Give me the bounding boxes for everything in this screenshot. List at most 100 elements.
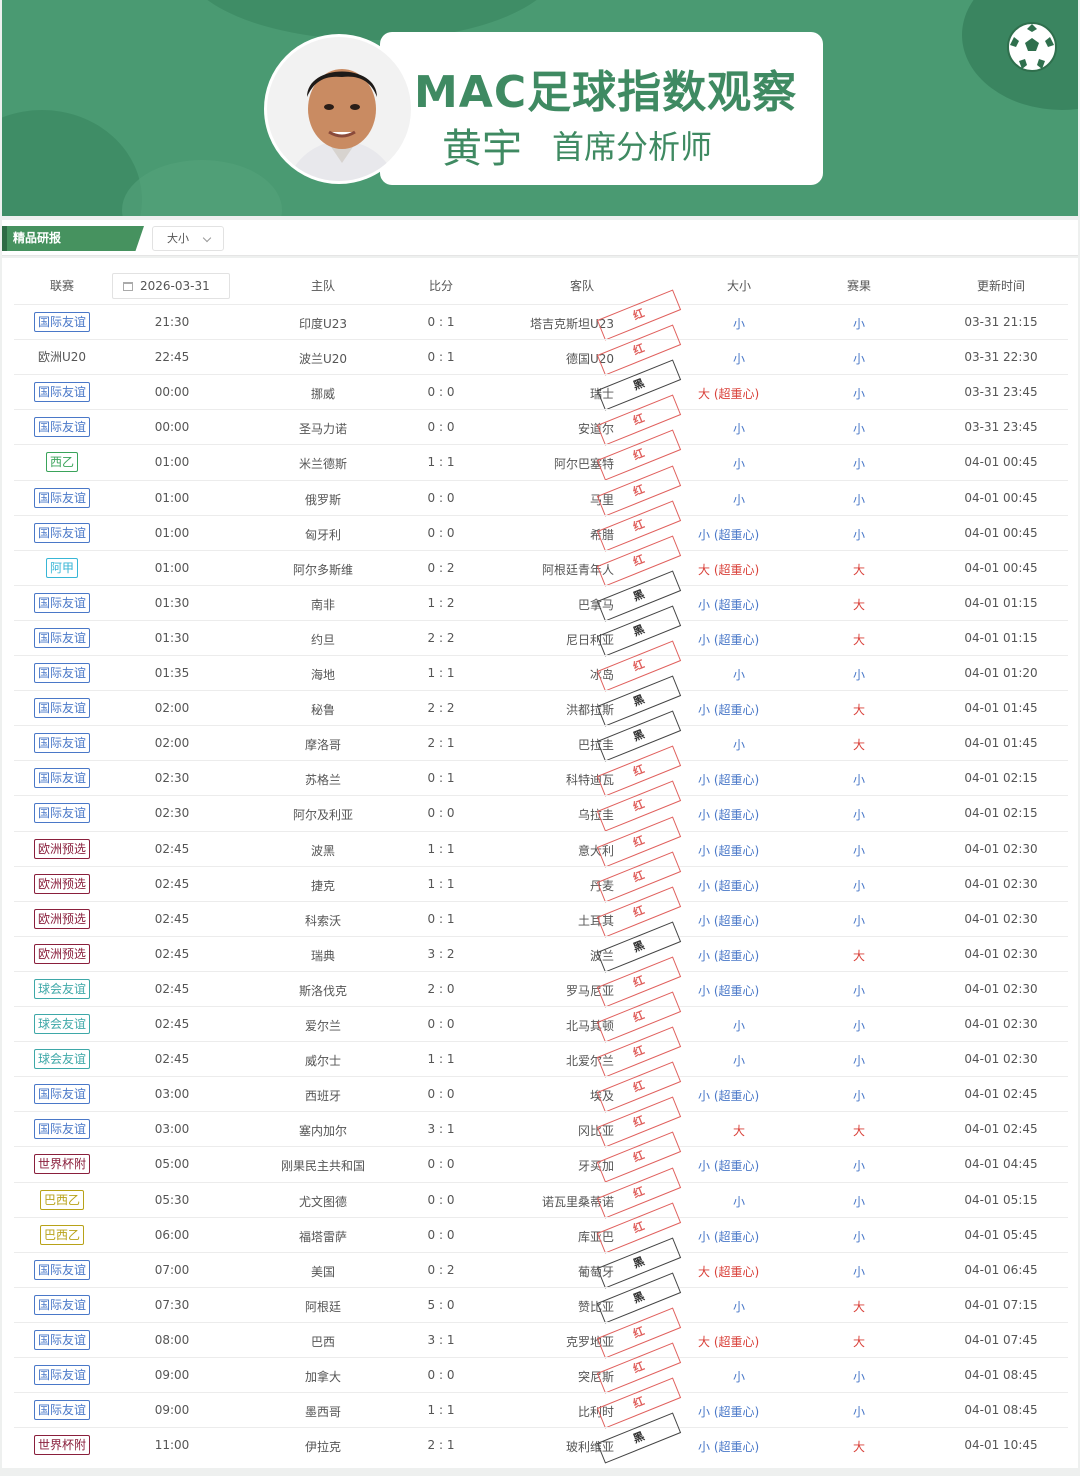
match-result: 小 bbox=[852, 1229, 865, 1244]
update-time: 04-01 01:45 bbox=[964, 701, 1038, 716]
table-row[interactable]: 国际友谊 01:30 南非 1 : 2 巴拿马黑小 (超重心) 大 04-01 01:15 bbox=[14, 570, 1068, 622]
league-tag[interactable]: 球会友谊 bbox=[33, 1049, 90, 1070]
over-under-cell: 小 bbox=[694, 1052, 784, 1069]
over-under-cell: 小 (超重心) bbox=[694, 806, 784, 823]
table-row[interactable]: 欧洲U20 22:45 波兰U20 0 : 1 德国U20 红小小 03-31 22:30 bbox=[14, 324, 1068, 376]
league-tag[interactable]: 欧洲U20 bbox=[34, 347, 90, 367]
table-row[interactable]: 国际友谊 00:00 挪威 0 : 0 瑞士黑大 (超重心) 小 03-31 23:45 bbox=[14, 359, 1068, 411]
home-team: 波黑 bbox=[310, 843, 335, 858]
table-row[interactable]: 国际友谊 02:00 摩洛哥 2 : 1 巴拉圭黑小大 04-01 01:45 bbox=[14, 710, 1068, 762]
over-under-pick: 大 (超重心) bbox=[698, 562, 760, 577]
league-cell: 国际友谊 bbox=[14, 312, 110, 332]
table-row[interactable]: 国际友谊 02:30 阿尔及利亚 0 : 0 乌拉圭红小 (超重心) 小 04-01 02:… bbox=[14, 780, 1068, 832]
table-row[interactable]: 国际友谊 03:00 西班牙 0 : 0 埃及红小 (超重心) 小 04-01 02:45 bbox=[14, 1061, 1068, 1113]
league-tag[interactable]: 国际友谊 bbox=[33, 382, 90, 403]
table-row[interactable]: 球会友谊 02:45 斯洛伐克 2 : 0 罗马尼亚红小 (超重心) 小 04-01 02:… bbox=[14, 956, 1068, 1008]
match-result: 小 bbox=[852, 983, 865, 998]
table-row[interactable]: 国际友谊 02:30 苏格兰 0 : 1 科特迪瓦红小 (超重心) 小 04-01 02:1… bbox=[14, 745, 1068, 797]
league-tag[interactable]: 巴西乙 bbox=[39, 1189, 84, 1210]
over-under-pick: 小 bbox=[732, 317, 745, 331]
table-row[interactable]: 国际友谊 09:00 加拿大 0 : 0 突尼斯红小小 04-01 08:45 bbox=[14, 1342, 1068, 1394]
league-tag[interactable]: 国际友谊 bbox=[33, 1119, 90, 1140]
table-row[interactable]: 国际友谊 00:00 圣马力诺 0 : 0 安道尔红小小 03-31 23:45 bbox=[14, 394, 1068, 446]
result-cell: 小 bbox=[784, 666, 934, 683]
league-tag[interactable]: 国际友谊 bbox=[33, 487, 90, 508]
result-cell: 小 bbox=[784, 806, 934, 823]
table-row[interactable]: 欧洲预选 02:45 波黑 1 : 1 意大利红小 (超重心) 小 04-01 02:30 bbox=[14, 815, 1068, 868]
table-row[interactable]: 国际友谊 02:00 秘鲁 2 : 2 洪都拉斯黑小 (超重心) 大 04-01 01:45 bbox=[14, 675, 1068, 727]
league-tag[interactable]: 阿甲 bbox=[45, 557, 78, 578]
kickoff-time: 02:45 bbox=[154, 911, 190, 926]
score: 2 : 1 bbox=[427, 1438, 455, 1453]
league-tag[interactable]: 欧洲预选 bbox=[33, 908, 90, 929]
table-row[interactable]: 国际友谊 08:00 巴西 3 : 1 克罗地亚红大 (超重心) 大 04-01 07:45 bbox=[14, 1307, 1068, 1359]
table-row[interactable]: 巴西乙 05:30 尤文图德 0 : 0 诺瓦里桑蒂诺红小小 04-01 05:15 bbox=[14, 1166, 1068, 1219]
league-tag[interactable]: 国际友谊 bbox=[33, 312, 90, 332]
table-row[interactable]: 世界杯附 11:00 伊拉克 2 : 1 玻利维亚黑小 (超重心) 大 04-01 10:4… bbox=[14, 1412, 1068, 1464]
league-tag[interactable]: 世界杯附 bbox=[33, 1154, 90, 1175]
result-cell: 小 bbox=[784, 842, 934, 859]
table-row[interactable]: 欧洲预选 02:45 瑞典 3 : 2 波兰黑小 (超重心) 大 04-01 02:30 bbox=[14, 921, 1068, 973]
league-tag[interactable]: 国际友谊 bbox=[33, 1365, 90, 1385]
date-picker[interactable]: 2026-03-31 bbox=[112, 273, 230, 299]
type-select[interactable]: 大小 bbox=[152, 226, 224, 251]
result-cell: 小 bbox=[784, 491, 934, 508]
league-tag[interactable]: 国际友谊 bbox=[33, 1084, 90, 1105]
league-tag[interactable]: 国际友谊 bbox=[33, 522, 90, 543]
match-result: 小 bbox=[852, 492, 865, 507]
table-row[interactable]: 国际友谊 01:00 俄罗斯 0 : 0 马里红小小 04-01 00:45 bbox=[14, 464, 1068, 517]
league-tag[interactable]: 国际友谊 bbox=[33, 1259, 90, 1280]
table-row[interactable]: 西乙 01:00 米兰德斯 1 : 1 阿尔巴塞特红小小 04-01 00:45 bbox=[14, 429, 1068, 481]
home-team: 捷克 bbox=[310, 878, 335, 893]
table-row[interactable]: 国际友谊 07:30 阿根廷 5 : 0 赞比亚黑小大 04-01 07:15 bbox=[14, 1272, 1068, 1324]
match-result: 小 bbox=[852, 878, 865, 893]
table-row[interactable]: 巴西乙 06:00 福塔雷萨 0 : 0 库亚巴红小 (超重心) 小 04-01 05:45 bbox=[14, 1202, 1068, 1254]
league-tag[interactable]: 欧洲预选 bbox=[33, 943, 90, 964]
home-team: 米兰德斯 bbox=[298, 457, 347, 472]
league-tag[interactable]: 国际友谊 bbox=[33, 1329, 90, 1350]
league-tag[interactable]: 西乙 bbox=[45, 452, 78, 473]
table-row[interactable]: 球会友谊 02:45 威尔士 1 : 1 北爱尔兰红小小 04-01 02:30 bbox=[14, 1026, 1068, 1078]
league-tag[interactable]: 国际友谊 bbox=[33, 627, 90, 648]
over-under-cell: 小 bbox=[694, 1017, 784, 1034]
table-row[interactable]: 阿甲 01:00 阿尔多斯维 0 : 2 阿根廷青年人红大 (超重心) 大 04-01 00… bbox=[14, 535, 1068, 587]
section-tab-research[interactable]: 精品研报 bbox=[2, 226, 144, 251]
league-tag[interactable]: 欧洲预选 bbox=[33, 873, 90, 894]
match-result: 小 bbox=[852, 422, 865, 437]
table-row[interactable]: 球会友谊 02:45 爱尔兰 0 : 0 北马其顿红小小 04-01 02:30 bbox=[14, 991, 1068, 1043]
score: 3 : 2 bbox=[427, 946, 455, 961]
table-row[interactable]: 国际友谊 01:35 海地 1 : 1 冰岛红小小 04-01 01:20 bbox=[14, 640, 1068, 692]
league-tag[interactable]: 国际友谊 bbox=[33, 1400, 90, 1421]
table-row[interactable]: 国际友谊 09:00 墨西哥 1 : 1 比利时红小 (超重心) 小 04-01 08:45 bbox=[14, 1377, 1068, 1429]
league-tag[interactable]: 球会友谊 bbox=[33, 1014, 90, 1034]
kickoff-time: 06:00 bbox=[154, 1227, 190, 1242]
league-cell: 球会友谊 bbox=[14, 1049, 110, 1070]
table-row[interactable]: 国际友谊 21:30 印度U23 0 : 1 塔吉克斯坦U23 红小小 03-31 21:1… bbox=[14, 289, 1068, 341]
league-tag[interactable]: 国际友谊 bbox=[33, 1294, 90, 1315]
result-cell: 大 bbox=[784, 1333, 934, 1350]
league-tag[interactable]: 国际友谊 bbox=[33, 417, 90, 438]
league-tag[interactable]: 世界杯附 bbox=[33, 1435, 90, 1456]
table-row[interactable]: 欧洲预选 02:45 捷克 1 : 1 丹麦红小 (超重心) 小 04-01 02:30 bbox=[14, 851, 1068, 903]
league-tag[interactable]: 国际友谊 bbox=[33, 803, 90, 824]
over-under-pick: 大 (超重心) bbox=[698, 1334, 760, 1349]
match-result: 小 bbox=[852, 1194, 865, 1209]
league-tag[interactable]: 欧洲预选 bbox=[33, 838, 90, 859]
match-result: 大 bbox=[852, 597, 865, 612]
table-row[interactable]: 国际友谊 01:00 匈牙利 0 : 0 希腊红小 (超重心) 小 04-01 00:45 bbox=[14, 500, 1068, 552]
league-tag[interactable]: 国际友谊 bbox=[33, 663, 90, 683]
table-row[interactable]: 国际友谊 03:00 塞内加尔 3 : 1 冈比亚红大大 04-01 02:45 bbox=[14, 1096, 1068, 1148]
league-tag[interactable]: 球会友谊 bbox=[33, 978, 90, 999]
over-under-cell: 小 (超重心) bbox=[694, 947, 784, 964]
table-row[interactable]: 国际友谊 07:00 美国 0 : 2 葡萄牙黑大 (超重心) 小 04-01 06:45 bbox=[14, 1237, 1068, 1289]
league-tag[interactable]: 国际友谊 bbox=[33, 698, 90, 719]
table-row[interactable]: 国际友谊 01:30 约旦 2 : 2 尼日利亚黑小 (超重心) 大 04-01 01:15 bbox=[14, 605, 1068, 657]
league-tag[interactable]: 国际友谊 bbox=[33, 733, 90, 754]
league-tag[interactable]: 巴西乙 bbox=[39, 1224, 84, 1245]
league-tag[interactable]: 国际友谊 bbox=[33, 592, 90, 613]
table-row[interactable]: 世界杯附 05:00 刚果民主共和国 0 : 0 牙买加红小 (超重心) 小 04-01 0… bbox=[14, 1131, 1068, 1183]
league-tag[interactable]: 国际友谊 bbox=[33, 768, 90, 789]
analyst-avatar bbox=[264, 34, 414, 184]
match-table: 联赛 2026-03-31 主队 比分 客队 大小 赛果 更新时间 国际友谊 21… bbox=[2, 258, 1078, 1468]
table-row[interactable]: 欧洲预选 02:45 科索沃 0 : 1 土耳其红小 (超重心) 小 04-01 02:30 bbox=[14, 886, 1068, 938]
